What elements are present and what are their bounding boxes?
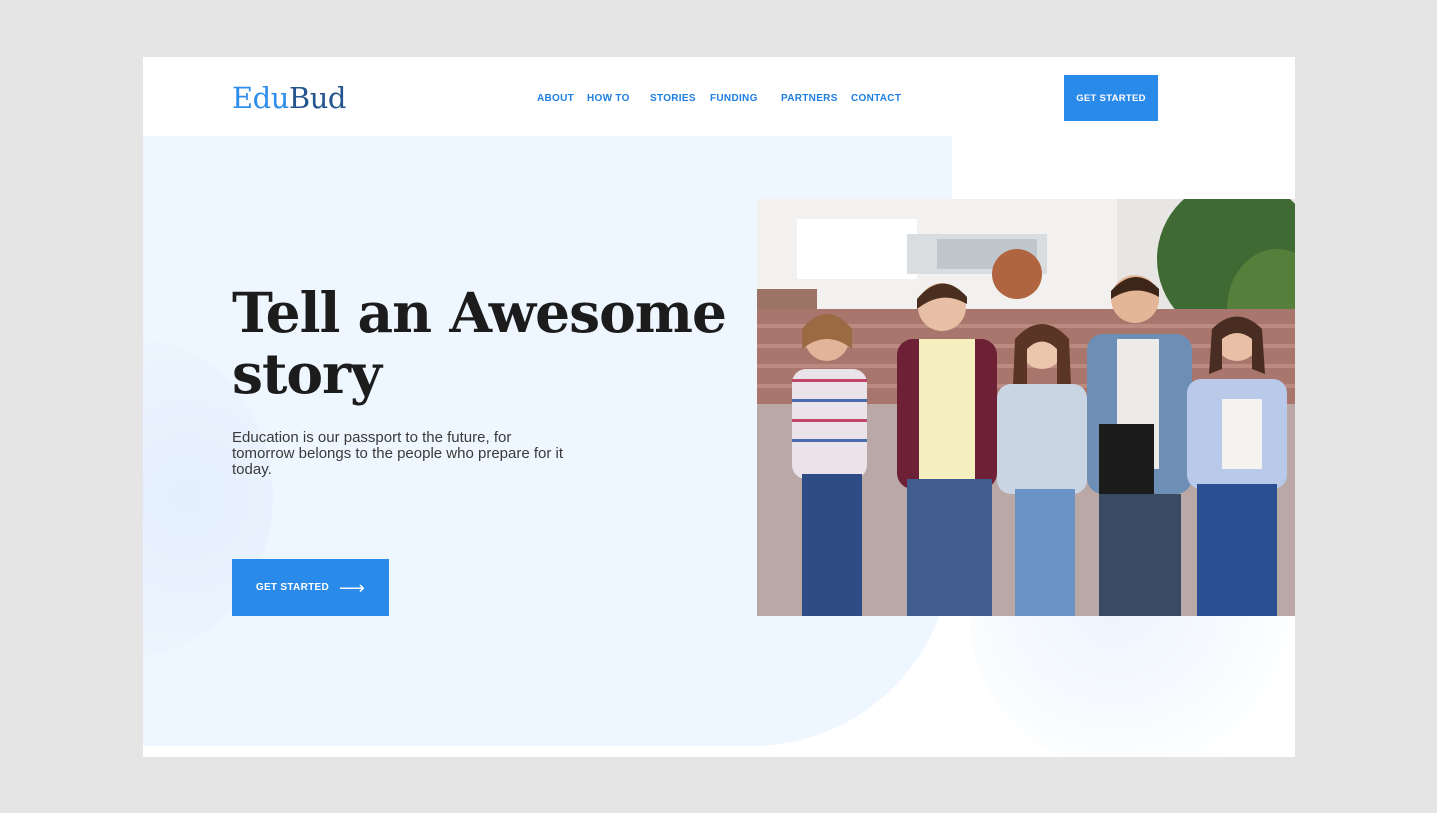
nav-funding[interactable]: FUNDING bbox=[710, 93, 758, 104]
hero-subtext: Education is our passport to the future,… bbox=[232, 429, 564, 478]
hero-headline: Tell an Awesome story bbox=[232, 282, 752, 404]
logo-part-bud: Bud bbox=[288, 81, 347, 115]
nav-partners[interactable]: PARTNERS bbox=[781, 93, 838, 104]
nav-about[interactable]: ABOUT bbox=[537, 93, 574, 104]
header-get-started-button[interactable]: GET STARTED bbox=[1064, 75, 1158, 121]
nav-stories[interactable]: STORIES bbox=[650, 93, 696, 104]
site-header: EduBud ABOUT HOW TO STORIES FUNDING PART… bbox=[143, 57, 1295, 136]
hero-get-started-button[interactable]: GET STARTED ⟶ bbox=[232, 559, 389, 616]
nav-how-to[interactable]: HOW TO bbox=[587, 93, 630, 104]
arrow-right-icon: ⟶ bbox=[339, 577, 366, 598]
logo[interactable]: EduBud bbox=[232, 81, 346, 115]
headline-line-2: story bbox=[232, 341, 382, 406]
students-photo bbox=[757, 199, 1295, 616]
logo-part-edu: Edu bbox=[232, 81, 289, 115]
landing-page: EduBud ABOUT HOW TO STORIES FUNDING PART… bbox=[143, 57, 1295, 757]
headline-line-1: Tell an Awesome bbox=[232, 280, 727, 345]
nav-contact[interactable]: CONTACT bbox=[851, 93, 901, 104]
hero-cta-label: GET STARTED bbox=[255, 582, 329, 593]
